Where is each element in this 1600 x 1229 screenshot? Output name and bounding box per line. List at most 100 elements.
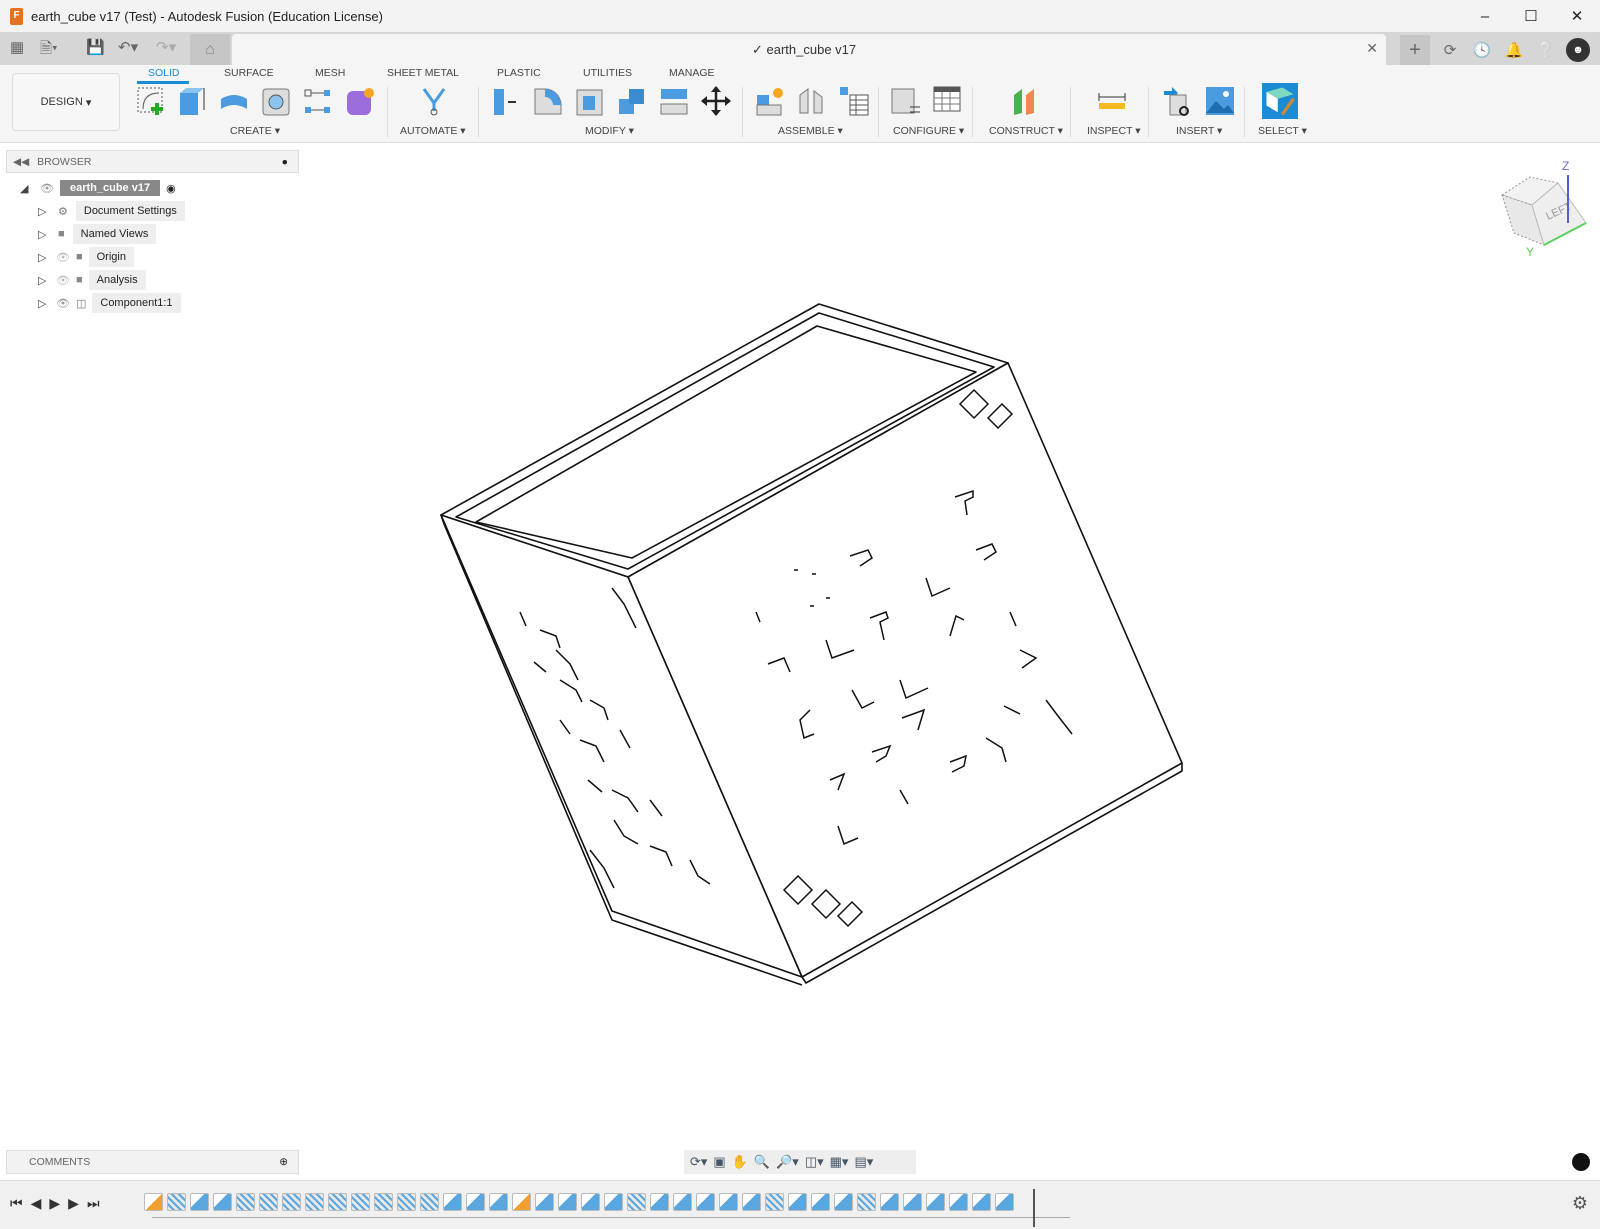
bom-icon[interactable] — [838, 85, 870, 117]
assemble-menu[interactable]: ASSEMBLE ▾ — [778, 125, 843, 137]
close-tab-button[interactable]: ✕ — [1366, 40, 1378, 57]
timeline-feature-icon[interactable] — [995, 1193, 1014, 1211]
timeline-feature-icon[interactable] — [949, 1193, 968, 1211]
timeline-feature-icon[interactable] — [144, 1193, 163, 1211]
timeline-feature-icon[interactable] — [696, 1193, 715, 1211]
automate-menu[interactable]: AUTOMATE ▾ — [400, 125, 466, 137]
save-icon[interactable]: 💾 — [86, 38, 105, 56]
display-settings-icon[interactable]: ◫▾ — [805, 1154, 824, 1170]
visibility-eye-icon[interactable]: 👁 — [56, 297, 70, 310]
timeline-feature-icon[interactable] — [558, 1193, 577, 1211]
modify-menu[interactable]: MODIFY ▾ — [585, 125, 634, 137]
viewports-icon[interactable]: ▤▾ — [854, 1154, 873, 1170]
timeline-feature-icon[interactable] — [213, 1193, 232, 1211]
split-body-icon[interactable] — [658, 85, 690, 117]
automate-icon[interactable] — [418, 85, 450, 117]
shell-icon[interactable] — [574, 85, 606, 117]
timeline-feature-icon[interactable] — [627, 1193, 646, 1211]
insert-derive-icon[interactable] — [1162, 85, 1194, 117]
configure-menu[interactable]: CONFIGURE ▾ — [893, 125, 964, 137]
browser-item-named-views[interactable]: ▷ ■ Named Views — [38, 224, 157, 244]
redo-icon[interactable]: ↷▾ — [156, 38, 176, 56]
assistant-icon[interactable] — [1572, 1153, 1590, 1171]
expand-triangle-icon[interactable]: ▷ — [38, 251, 50, 264]
timeline-feature-icon[interactable] — [489, 1193, 508, 1211]
timeline-feature-icon[interactable] — [972, 1193, 991, 1211]
select-menu[interactable]: SELECT ▾ — [1258, 125, 1307, 137]
notifications-icon[interactable]: 🔔 — [1502, 38, 1526, 62]
configure-icon[interactable] — [890, 85, 922, 117]
measure-icon[interactable] — [1096, 85, 1128, 117]
timeline-feature-icon[interactable] — [926, 1193, 945, 1211]
timeline-feature-icon[interactable] — [650, 1193, 669, 1211]
undo-icon[interactable]: ↶▾ — [118, 38, 138, 56]
timeline-feature-icon[interactable] — [811, 1193, 830, 1211]
fit-icon[interactable]: 🔎▾ — [776, 1154, 799, 1170]
offset-plane-icon[interactable] — [1008, 85, 1040, 117]
tab-utilities[interactable]: UTILITIES — [583, 67, 632, 79]
apps-grid-icon[interactable]: ▦ — [10, 38, 24, 56]
timeline-marker[interactable] — [1033, 1189, 1035, 1227]
collapse-triangle-icon[interactable]: ◢ — [20, 182, 32, 195]
expand-triangle-icon[interactable]: ▷ — [38, 274, 50, 287]
hidden-eye-icon[interactable]: 👁 — [56, 251, 70, 264]
timeline-feature-icon[interactable] — [742, 1193, 761, 1211]
expand-triangle-icon[interactable]: ▷ — [38, 228, 50, 241]
combine-icon[interactable] — [616, 85, 648, 117]
inspect-menu[interactable]: INSPECT ▾ — [1087, 125, 1141, 137]
timeline-feature-icon[interactable] — [604, 1193, 623, 1211]
step-back-button[interactable]: ◀ — [31, 1195, 42, 1212]
maximize-button[interactable]: ☐ — [1508, 0, 1554, 32]
insert-canvas-icon[interactable] — [1204, 85, 1236, 117]
orbit-icon[interactable]: ⟳▾ — [690, 1154, 707, 1170]
timeline-feature-icon[interactable] — [880, 1193, 899, 1211]
help-icon[interactable]: ❔ — [1534, 38, 1558, 62]
tab-mesh[interactable]: MESH — [315, 67, 345, 79]
timeline-feature-icon[interactable] — [420, 1193, 439, 1211]
timeline-feature-icon[interactable] — [788, 1193, 807, 1211]
revolve-icon[interactable] — [218, 85, 250, 117]
file-menu-icon[interactable]: 🗎▾ — [40, 38, 58, 63]
zoom-icon[interactable]: 🔍 — [754, 1154, 770, 1170]
new-tab-button[interactable]: + — [1400, 35, 1430, 65]
timeline-feature-icon[interactable] — [512, 1193, 531, 1211]
document-tab[interactable]: ✓ earth_cube v17 ✕ — [232, 34, 1386, 65]
configuration-table-icon[interactable] — [932, 85, 964, 117]
view-cube[interactable]: LEFT Z Y — [1490, 150, 1600, 260]
browser-item-component1[interactable]: ▷ 👁 ◫ Component1:1 — [38, 293, 181, 313]
avatar[interactable]: ☻ — [1566, 38, 1590, 62]
activate-radio-icon[interactable]: ◉ — [166, 182, 176, 195]
timeline-feature-icon[interactable] — [581, 1193, 600, 1211]
browser-item-analysis[interactable]: ▷ 👁 ■ Analysis — [38, 270, 146, 290]
select-icon[interactable] — [1262, 83, 1298, 119]
hole-icon[interactable] — [260, 85, 292, 117]
comments-panel-header[interactable]: COMMENTS ⊕ — [6, 1150, 299, 1174]
home-button[interactable]: ⌂ — [190, 34, 230, 65]
browser-item-origin[interactable]: ▷ 👁 ■ Origin — [38, 247, 134, 267]
timeline-feature-icon[interactable] — [282, 1193, 301, 1211]
tab-surface[interactable]: SURFACE — [224, 67, 274, 79]
construct-menu[interactable]: CONSTRUCT ▾ — [989, 125, 1063, 137]
expand-triangle-icon[interactable]: ▷ — [38, 297, 50, 310]
timeline-feature-icon[interactable] — [236, 1193, 255, 1211]
timeline-feature-icon[interactable] — [834, 1193, 853, 1211]
grid-icon[interactable]: ▦▾ — [830, 1154, 849, 1170]
timeline-feature-icon[interactable] — [374, 1193, 393, 1211]
timeline-feature-icon[interactable] — [328, 1193, 347, 1211]
minimize-button[interactable]: – — [1462, 0, 1508, 32]
tab-sheet-metal[interactable]: SHEET METAL — [387, 67, 459, 79]
workspace-switcher[interactable]: DESIGN ▾ — [12, 73, 120, 131]
timeline-feature-icon[interactable] — [397, 1193, 416, 1211]
timeline-feature-icon[interactable] — [535, 1193, 554, 1211]
timeline-feature-icon[interactable] — [259, 1193, 278, 1211]
timeline-feature-icon[interactable] — [719, 1193, 738, 1211]
timeline-feature-icon[interactable] — [443, 1193, 462, 1211]
pattern-icon[interactable] — [302, 85, 334, 117]
go-to-start-button[interactable]: ⏮ — [10, 1195, 23, 1212]
insert-menu[interactable]: INSERT ▾ — [1176, 125, 1222, 137]
browser-root-node[interactable]: ◢ 👁 earth_cube v17 ◉ — [20, 178, 176, 198]
press-pull-icon[interactable] — [490, 85, 522, 117]
create-menu[interactable]: CREATE ▾ — [230, 125, 280, 137]
step-forward-button[interactable]: ▶ — [68, 1195, 79, 1212]
visibility-eye-icon[interactable]: 👁 — [40, 182, 54, 195]
